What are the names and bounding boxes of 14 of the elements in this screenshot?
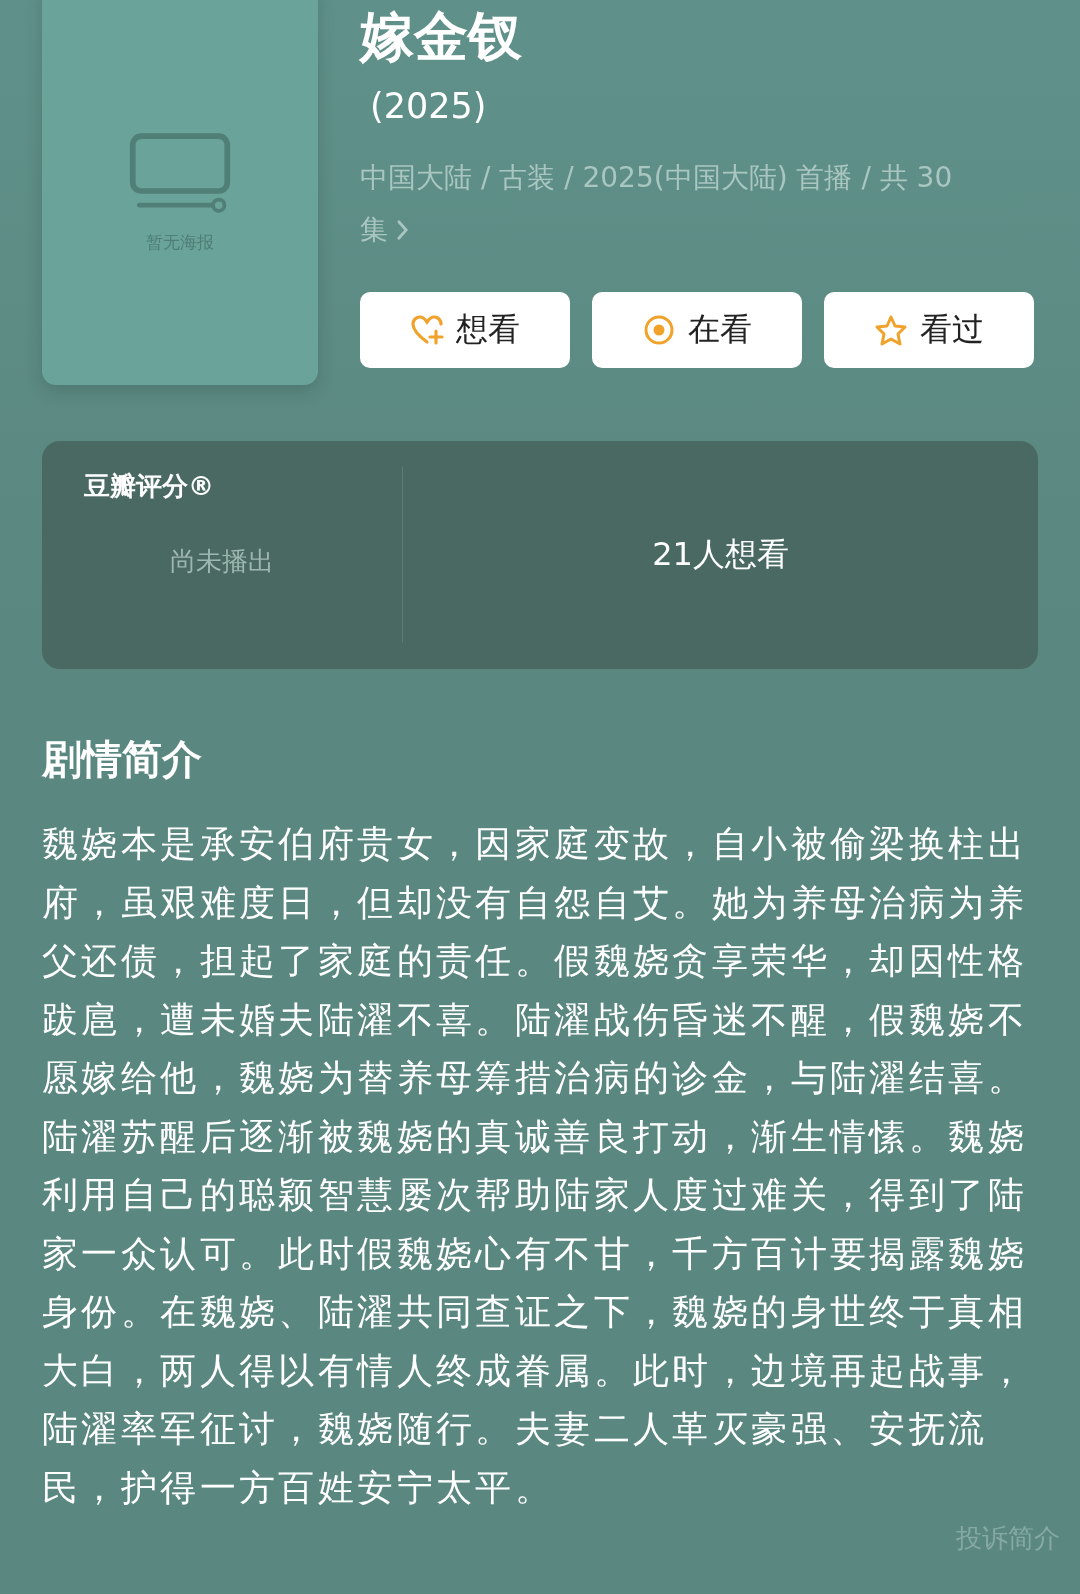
release-year: (2025) xyxy=(369,85,488,128)
synopsis-text: 魏娆本是承安伯府贵女，因家庭变故，自小被偷梁换柱出府，虽艰难度日，但却没有自怨自艾。她为养母治病为养父还债，担起了家庭的责任。假魏娆贪享荣华，却因性格跋扈，遭未婚夫陆濯不喜。陆濯战伤昏迷不醒，假魏娆不愿嫁给他，魏娆为替养母筹措治病的诊金，与陆濯结喜。陆濯苏醒后逐渐被魏娆的真诚善良打动，渐生情愫。魏娆利用自己的聪颖智慧屡次帮助陆家人度过难关，得到了陆家一众认可。此时假魏娆心有不甘，千方百计要揭露魏娆身份。在魏娆、陆濯共同查证之下，魏娆的身世终于真相大白，两人得以有情人终成眷属。此时，边境再起战事，陆濯率军征讨，魏娆随行。夫妻二人革灭豪强、安抚流民，护得一方百姓安宁太平。 xyxy=(42,822,1028,1510)
wish-count: 21人想看 xyxy=(652,534,789,575)
heart-plus-icon xyxy=(410,314,444,346)
star-icon xyxy=(874,314,908,346)
watched-button[interactable]: 看过 xyxy=(824,292,1034,368)
wish-button[interactable]: 想看 xyxy=(360,292,570,368)
rating-label: 豆瓣评分® xyxy=(83,470,215,503)
show-title: 嫁金钗 xyxy=(360,4,523,70)
chevron-icon xyxy=(396,219,409,241)
section-heading: 剧情简介 xyxy=(42,735,203,784)
rating-status: 尚未播出 xyxy=(169,545,275,578)
watching-button[interactable]: 在看 xyxy=(592,292,802,368)
target-icon xyxy=(642,314,676,346)
